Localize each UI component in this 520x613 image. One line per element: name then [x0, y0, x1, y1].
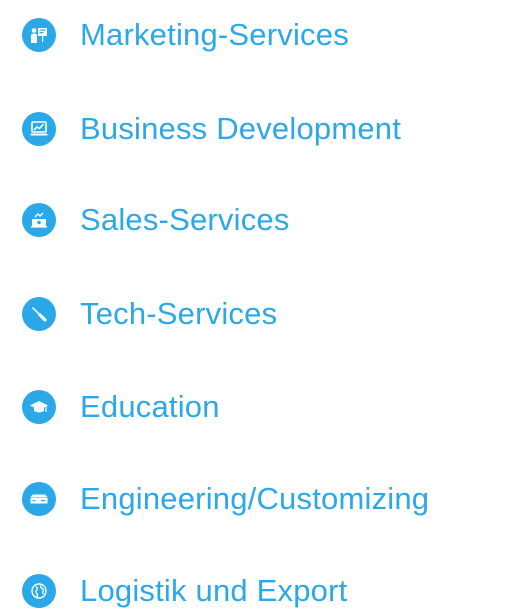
service-label: Business Development: [80, 111, 402, 146]
service-label: Marketing-Services: [80, 17, 349, 52]
service-link-logistik-und-export[interactable]: Logistik und Export: [22, 571, 347, 611]
service-link-sales-services[interactable]: Sales-Services: [22, 200, 290, 240]
globe-icon: [22, 574, 56, 608]
service-link-business-development[interactable]: Business Development: [22, 109, 401, 149]
service-link-engineering-customizing[interactable]: Engineering/Customizing: [22, 479, 429, 519]
screwdriver-icon: [22, 297, 56, 331]
growth-chart-laptop-icon: [22, 112, 56, 146]
graduation-cap-icon: [22, 390, 56, 424]
cash-register-icon: [22, 203, 56, 237]
service-label: Sales-Services: [80, 202, 290, 237]
presentation-board-icon: [22, 18, 56, 52]
service-link-marketing-services[interactable]: Marketing-Services: [22, 15, 349, 55]
service-label: Engineering/Customizing: [80, 481, 430, 516]
service-label: Logistik und Export: [80, 573, 348, 608]
service-label: Education: [80, 389, 220, 424]
service-link-tech-services[interactable]: Tech-Services: [22, 294, 277, 334]
service-link-education[interactable]: Education: [22, 387, 220, 427]
service-label: Tech-Services: [80, 296, 278, 331]
server-box-icon: [22, 482, 56, 516]
